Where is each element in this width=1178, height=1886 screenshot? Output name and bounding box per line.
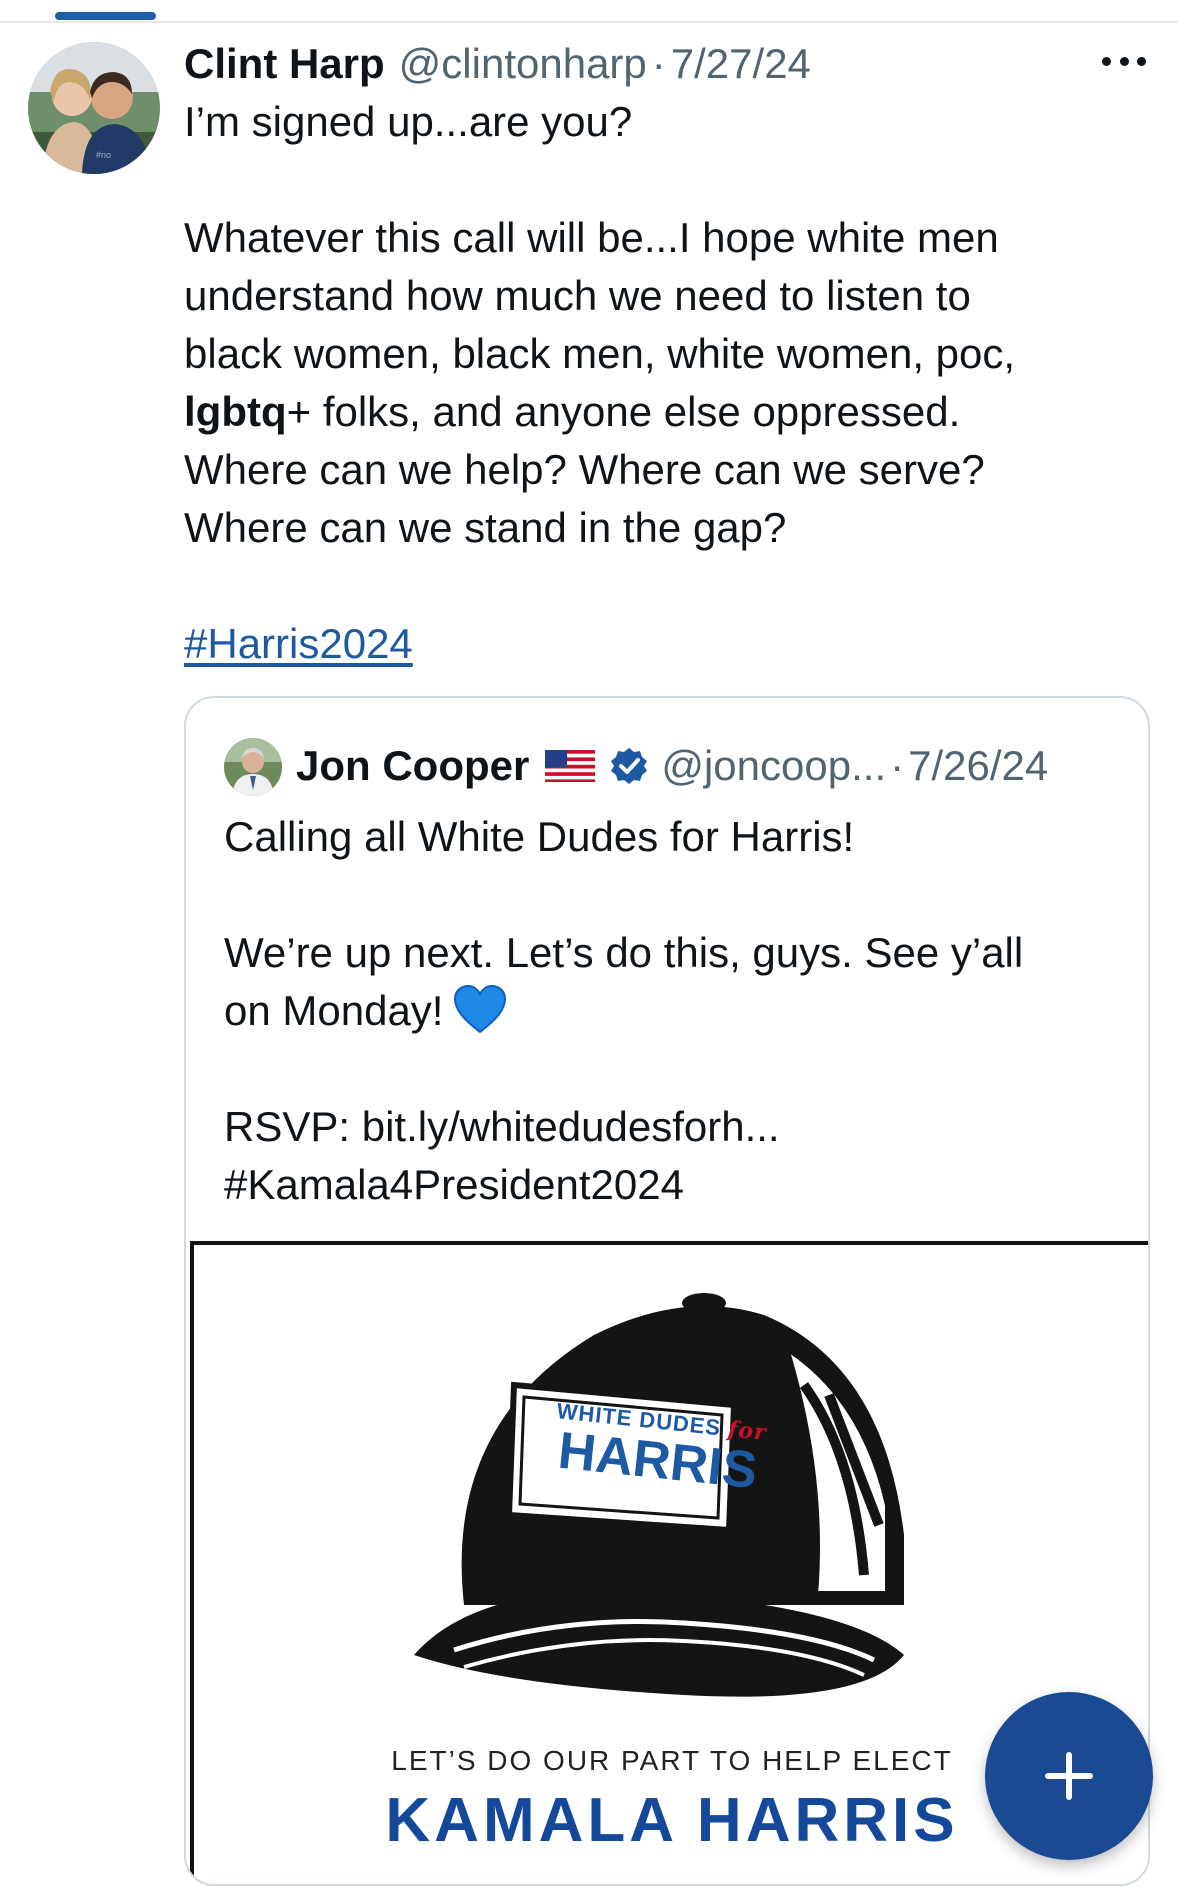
us-flag-icon (545, 750, 596, 782)
quoted-date[interactable]: 7/26/24 (908, 742, 1048, 790)
profile-photo (224, 738, 282, 796)
post-line: lgbtq+ folks, and anyone else oppressed. (184, 383, 1124, 441)
svg-text:#no: #no (96, 150, 111, 160)
blue-heart-icon (454, 985, 507, 1034)
post-line-rest: + folks, and anyone else oppressed. (286, 388, 961, 435)
quoted-line: We’re up next. Let’s do this, guys. See … (224, 929, 1024, 976)
post-body: I’m signed up...are you? Whatever this c… (184, 93, 1124, 673)
top-divider (0, 12, 1178, 23)
quoted-tweet-card[interactable]: Jon Cooper @joncoop... · 7/26/24 Calling… (184, 696, 1150, 1886)
separator-dot: · (651, 40, 666, 87)
post-line: Where can we help? Where can we serve? (184, 446, 985, 493)
quoted-hashtag[interactable]: #Kamala4President2024 (224, 1156, 1124, 1214)
post-line: black women, black men, white women, poc… (184, 330, 1016, 377)
author-name[interactable]: Clint Harp (184, 40, 385, 88)
quoted-line: on Monday! (224, 982, 1124, 1040)
quoted-body: Calling all White Dudes for Harris! We’r… (224, 808, 1124, 1214)
quoted-header: Jon Cooper @joncoop... · 7/26/24 (296, 734, 1048, 798)
post-line: I’m signed up...are you? (184, 98, 633, 145)
post-date[interactable]: 7/27/24 (671, 40, 811, 88)
more-options-icon[interactable] (1102, 46, 1146, 76)
compose-button[interactable] (985, 1692, 1153, 1860)
trucker-hat-illustration (414, 1293, 904, 1697)
quoted-line: Calling all White Dudes for Harris! (224, 813, 855, 860)
author-handle[interactable]: @clintonharp (399, 40, 647, 88)
profile-photo: #no (28, 42, 160, 174)
quoted-line-text: on Monday! (224, 987, 444, 1034)
quoted-author-avatar[interactable] (224, 738, 282, 796)
quoted-author-handle[interactable]: @joncoop... (661, 742, 886, 790)
post-line: Where can we stand in the gap? (184, 504, 787, 551)
post-header: Clint Harp @clintonharp · 7/27/24 (184, 34, 811, 94)
rsvp-line[interactable]: RSVP: bit.ly/whitedudesforh... (224, 1098, 1124, 1156)
author-avatar[interactable]: #no (28, 42, 160, 174)
quoted-author-name[interactable]: Jon Cooper (296, 742, 529, 790)
post-line: understand how much we need to listen to (184, 272, 971, 319)
hashtag-link[interactable]: #Harris2024 (184, 620, 413, 667)
active-tab-indicator (55, 12, 156, 20)
verified-badge-icon (611, 748, 648, 784)
separator-dot: · (890, 742, 905, 789)
bold-word: lgbtq (184, 388, 287, 435)
post-line: Whatever this call will be...I hope whit… (184, 214, 999, 261)
plus-icon (1045, 1752, 1093, 1800)
